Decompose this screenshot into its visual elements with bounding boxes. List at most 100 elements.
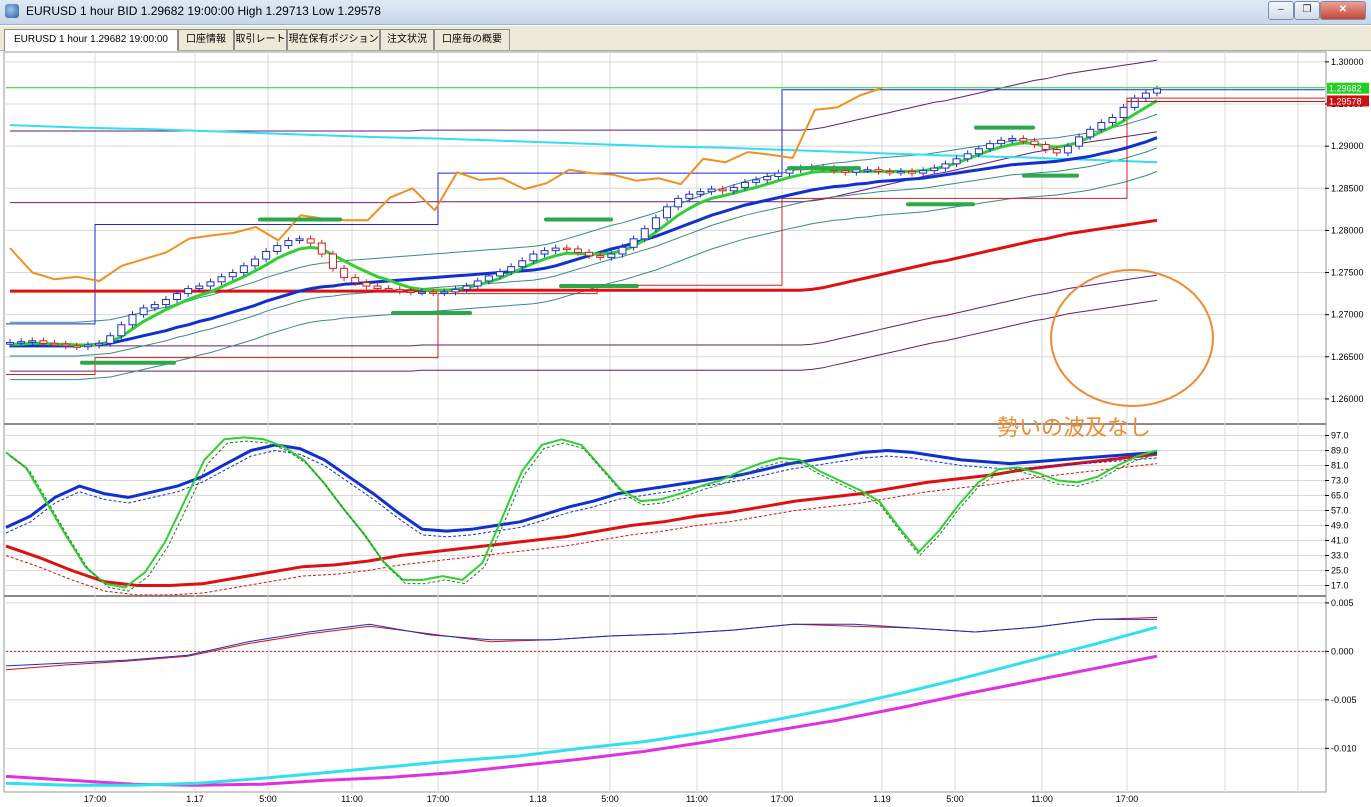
y-tick-label: 49.0	[1331, 521, 1349, 531]
envelope-line	[10, 131, 1158, 204]
candle-body	[406, 290, 415, 294]
candle-body	[629, 238, 638, 248]
candle-body	[651, 217, 660, 230]
candle-body	[150, 304, 159, 309]
chart-area[interactable]: 1.300001.295001.290001.285001.280001.275…	[0, 50, 1371, 807]
tab-account-summary[interactable]: 口座毎の概要	[434, 29, 510, 50]
candle-body	[740, 181, 749, 188]
candle-body	[273, 245, 282, 252]
candle-body	[128, 314, 137, 326]
osc-blue-line	[5, 443, 1158, 533]
candle-body	[61, 343, 70, 347]
y-tick-label: 33.0	[1331, 551, 1349, 561]
y-tick-label: 1.30000	[1331, 57, 1364, 67]
x-tick-label: 5:00	[259, 794, 277, 804]
y-tick-label: -0.010	[1331, 743, 1357, 753]
candle-body	[974, 148, 983, 155]
x-tick-label: 17:00	[84, 794, 107, 804]
ma-fast-line	[10, 99, 1158, 347]
candle-body	[1075, 136, 1084, 147]
candle-body	[28, 340, 37, 343]
y-tick-label: 1.27500	[1331, 268, 1364, 278]
candle-body	[874, 169, 883, 172]
candle-body	[863, 169, 872, 172]
candle-body	[184, 288, 193, 295]
candle-body	[440, 291, 449, 294]
candle-body	[596, 255, 605, 258]
candle-body	[1108, 117, 1117, 124]
candle-body	[573, 248, 582, 253]
candle-body	[551, 247, 560, 252]
candle-body	[718, 188, 727, 192]
candle-body	[674, 197, 683, 208]
restore-icon[interactable]: ❐	[1294, 1, 1320, 20]
candle-body	[896, 170, 905, 174]
x-tick-label: 5:00	[601, 794, 619, 804]
candle-body	[106, 335, 115, 344]
candle-body	[908, 170, 917, 174]
candle-body	[1041, 143, 1050, 151]
tab-positions[interactable]: 現在保有ポジション	[287, 29, 380, 50]
y-tick-label: 0.000	[1331, 646, 1354, 656]
y-tick-label: 89.0	[1331, 446, 1349, 456]
y-tick-label: 81.0	[1331, 461, 1349, 471]
candle-body	[239, 265, 248, 274]
candle-body	[985, 143, 994, 150]
candle-body	[1008, 138, 1017, 141]
candle-body	[83, 344, 92, 348]
minimize-icon[interactable]: –	[1268, 1, 1294, 20]
candle-body	[1097, 122, 1106, 130]
tab-orders[interactable]: 注文状況	[380, 29, 434, 50]
macd-cyan-line	[5, 625, 1158, 787]
y-tick-label: -0.005	[1331, 695, 1357, 705]
candle-body	[618, 246, 627, 255]
y-tick-label: 73.0	[1331, 476, 1349, 486]
candle-body	[707, 188, 716, 193]
y-tick-label: 25.0	[1331, 566, 1349, 576]
y-tick-label: 97.0	[1331, 431, 1349, 441]
candle-body	[663, 206, 672, 219]
candle-body	[195, 285, 204, 290]
candle-body	[418, 291, 427, 294]
candle-body	[295, 238, 304, 242]
y-tick-label: 0.005	[1331, 598, 1354, 608]
annotation-text: 勢いの波及なし	[997, 416, 1151, 441]
candle-body	[941, 163, 950, 169]
osc-red-signal	[5, 463, 1158, 596]
osc-green-line	[5, 436, 1158, 589]
candle-body	[752, 179, 761, 183]
candle-body	[1052, 149, 1061, 154]
close-icon[interactable]: ✕	[1320, 1, 1366, 20]
candle-body	[540, 250, 549, 255]
candle-body	[217, 276, 226, 283]
window-title-bar: EURUSD 1 hour BID 1.29682 19:00:00 High …	[0, 0, 1371, 25]
candle-body	[262, 250, 271, 260]
candle-body	[919, 170, 928, 174]
candle-body	[1119, 106, 1128, 119]
y-tick-label: 17.0	[1331, 581, 1349, 591]
candle-body	[451, 288, 460, 293]
macd-red-line	[5, 616, 1158, 671]
candle-body	[39, 340, 48, 344]
candle-body	[696, 191, 705, 195]
y-tick-label: 57.0	[1331, 506, 1349, 516]
candle-body	[763, 175, 772, 181]
y-tick-label: 1.28500	[1331, 183, 1364, 193]
candle-body	[139, 307, 148, 316]
tab-chart[interactable]: EURUSD 1 hour 1.29682 19:00:00	[4, 29, 178, 51]
candle-body	[1030, 140, 1039, 145]
candle-body	[284, 240, 293, 247]
x-tick-label: 11:00	[1031, 794, 1053, 804]
candle-body	[362, 282, 371, 287]
tab-account-info[interactable]: 口座情報	[178, 29, 234, 50]
macd-magenta-line	[5, 654, 1158, 787]
candle-body	[328, 253, 337, 269]
x-tick-label: 5:00	[946, 794, 964, 804]
tab-rates[interactable]: 取引レート	[234, 29, 287, 50]
candle-body	[1063, 145, 1072, 154]
osc-green-signal	[9, 440, 1158, 592]
y-tick-label: 41.0	[1331, 536, 1349, 546]
candle-body	[1019, 138, 1028, 142]
candle-body	[1130, 97, 1139, 108]
candle-body	[952, 158, 961, 165]
